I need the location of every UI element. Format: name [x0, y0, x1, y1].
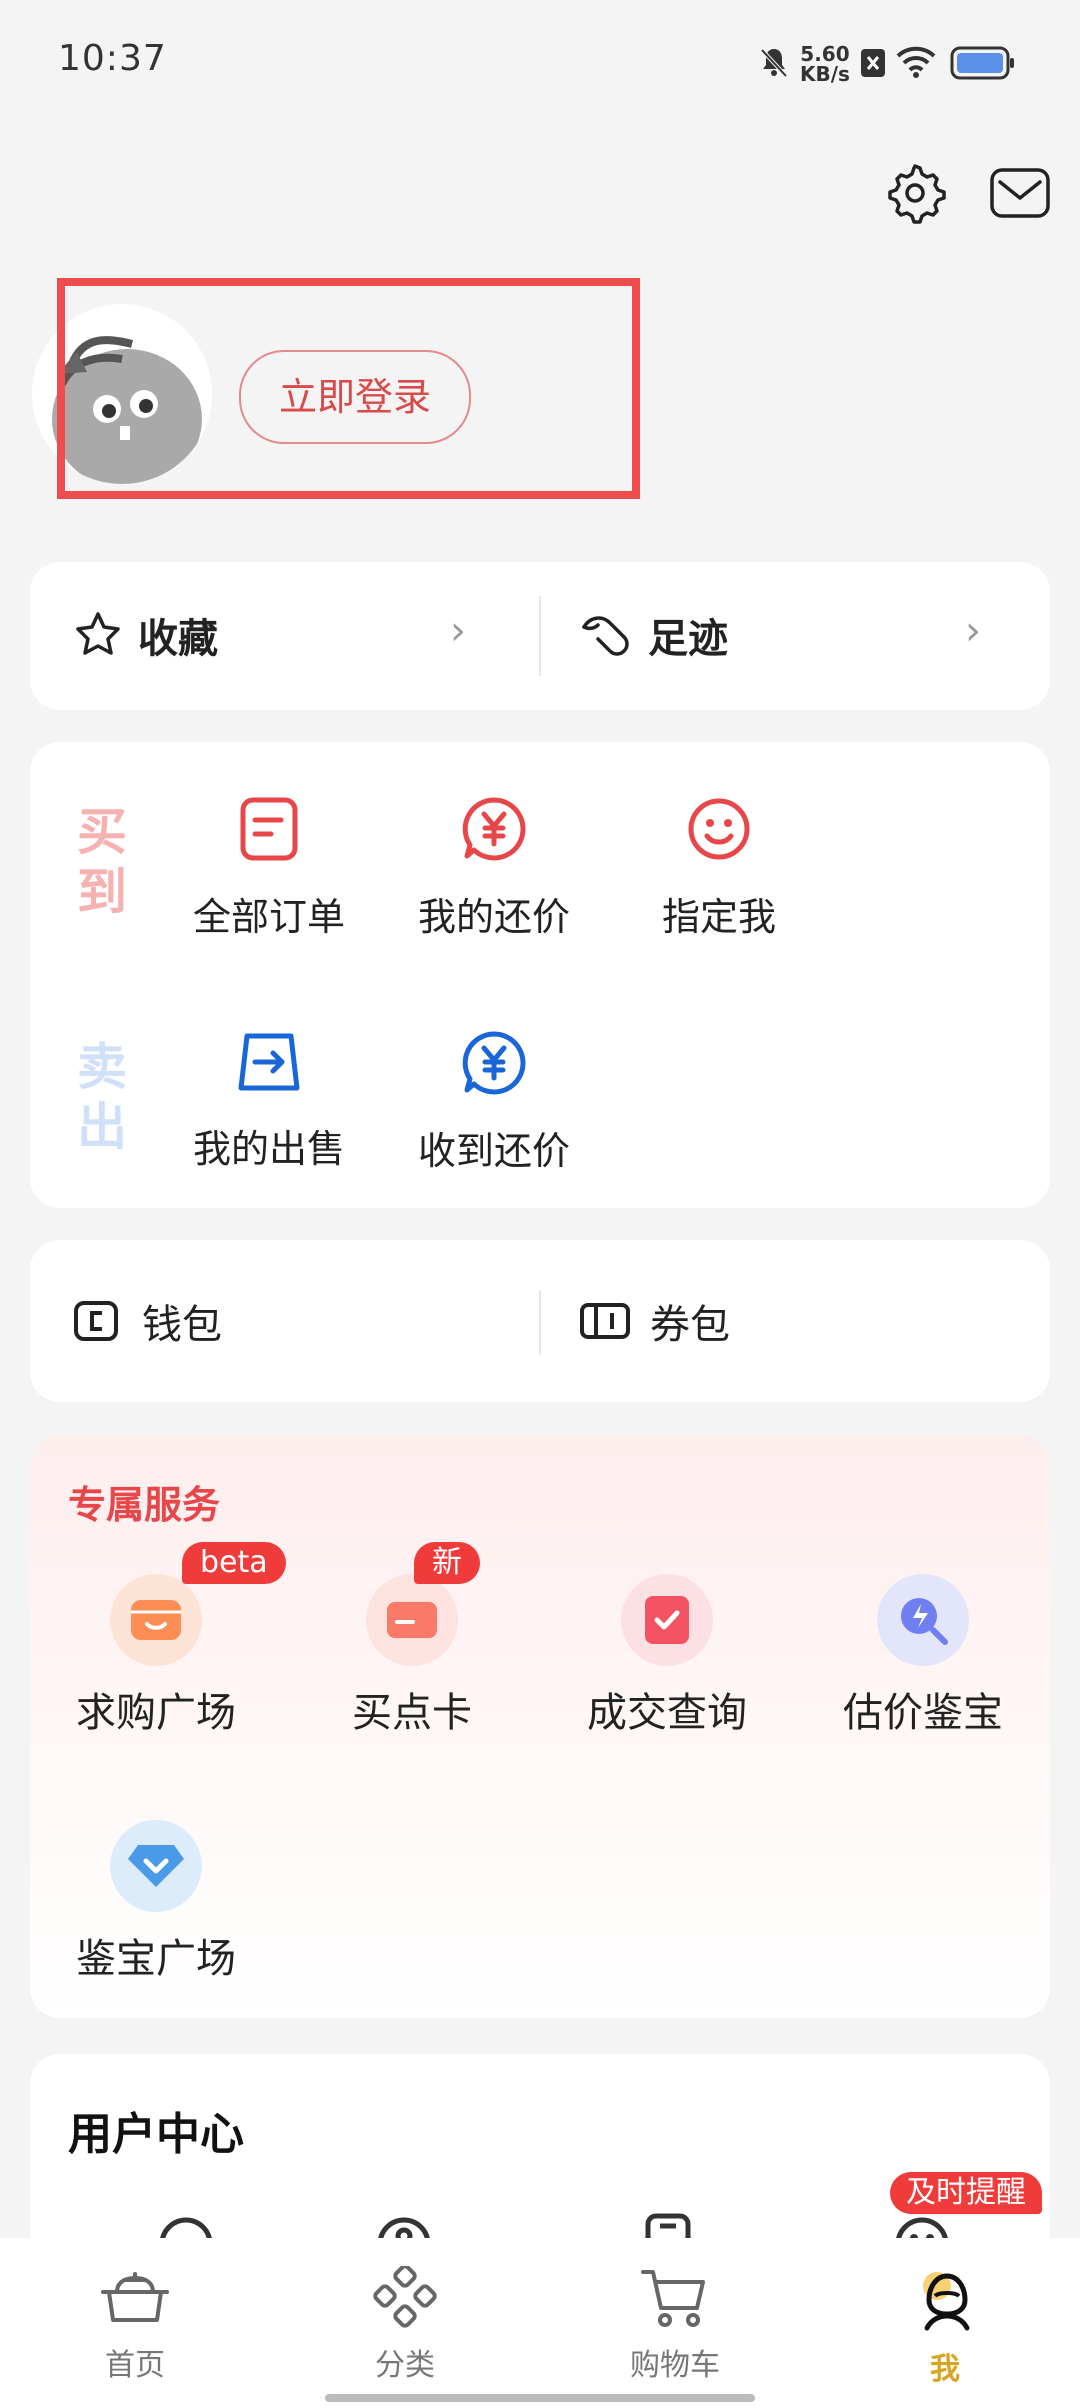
favorites-label: 收藏 [138, 616, 218, 662]
status-time: 10:37 [58, 38, 167, 79]
home-pot-icon [101, 2272, 169, 2322]
footprint-chevron-icon: › [965, 608, 981, 654]
buy-side-label: 买到 [77, 803, 127, 921]
network-speed-unit: KB/s [800, 62, 850, 86]
home-indicator[interactable] [325, 2394, 755, 2402]
check-doc-icon [621, 1574, 713, 1666]
yuan-bubble-icon [462, 1031, 526, 1095]
appraisal-plaza-entry[interactable]: 鉴宝广场 [36, 1820, 276, 1984]
order-list-icon [240, 797, 298, 861]
nav-category[interactable]: 分类 [305, 2264, 505, 2384]
nav-home-label: 首页 [105, 2348, 165, 2383]
all-orders-entry[interactable]: 全部订单 [159, 796, 379, 941]
coupon-icon [580, 1303, 630, 1339]
buy-points-card-entry[interactable]: 买点卡 [292, 1574, 532, 1738]
appraisal-entry[interactable]: 估价鉴宝 [803, 1574, 1043, 1738]
coupon-label: 券包 [650, 1302, 730, 1348]
received-counter-offer-label: 收到还价 [417, 1129, 570, 1173]
wallet-card: 钱包 券包 [30, 1240, 1050, 1402]
yuan-bubble-icon [462, 797, 526, 861]
sim-off-icon [861, 49, 885, 77]
divider [539, 596, 541, 676]
category-icon [373, 2264, 437, 2328]
nav-me-label: 我 [930, 2352, 960, 2387]
orders-card: 买到 卖出 全部订单 我的还价 指定我 我的出售 收到还价 [30, 742, 1050, 1208]
smile-icon [688, 798, 750, 860]
network-speed: 5.60 KB/s [800, 44, 850, 84]
transaction-query-label: 成交查询 [587, 1690, 747, 1736]
mute-bell-icon [760, 48, 788, 78]
me-icon [923, 2272, 970, 2331]
nav-me[interactable]: 我 [845, 2266, 1045, 2388]
footprint-icon [582, 616, 629, 656]
wallet-label: 钱包 [142, 1302, 222, 1348]
message-envelope-icon[interactable] [988, 160, 1052, 226]
services-title: 专属服务 [68, 1483, 221, 1527]
purchase-plaza-label: 求购广场 [76, 1690, 236, 1736]
sell-side-label: 卖出 [77, 1038, 127, 1156]
beta-badge: beta [182, 1542, 286, 1584]
appraise-search-icon [877, 1574, 969, 1666]
wallet-icon [74, 1301, 118, 1341]
divider [539, 1290, 541, 1354]
received-counter-offer-entry[interactable]: 收到还价 [384, 1030, 604, 1175]
my-sales-entry[interactable]: 我的出售 [159, 1030, 379, 1173]
nav-cart-label: 购物车 [630, 2348, 720, 2383]
favorites-chevron-icon: › [450, 608, 466, 654]
cart-icon [641, 2270, 705, 2327]
card-icon [366, 1574, 458, 1666]
transaction-query-entry[interactable]: 成交查询 [547, 1574, 787, 1738]
coupon-entry[interactable]: 券包 [578, 1292, 730, 1350]
all-orders-label: 全部订单 [192, 895, 345, 939]
services-card: 专属服务 求购广场 beta 买点卡 新 成交查询 估价鉴宝 鉴宝广场 [30, 1436, 1050, 2018]
user-center-title: 用户中心 [68, 2109, 244, 2160]
my-sales-label: 我的出售 [192, 1127, 345, 1171]
footprint-label: 足迹 [648, 616, 728, 662]
bottom-navigation: 首页 分类 购物车 我 [0, 2238, 1080, 2408]
favorites-entry[interactable]: 收藏 [72, 606, 218, 664]
settings-gear-icon[interactable] [882, 160, 948, 226]
assigned-to-me-entry[interactable]: 指定我 [609, 796, 829, 941]
wallet-entry[interactable]: 钱包 [72, 1292, 222, 1350]
buy-points-card-label: 买点卡 [352, 1690, 472, 1736]
nav-category-label: 分类 [375, 2348, 435, 2383]
my-counter-offer-label: 我的还价 [417, 895, 570, 939]
footprint-entry[interactable]: 足迹 [578, 606, 728, 664]
nav-home[interactable]: 首页 [35, 2266, 235, 2384]
diamond-icon [110, 1820, 202, 1912]
network-speed-value: 5.60 [800, 42, 850, 66]
appraisal-label: 估价鉴宝 [843, 1690, 1003, 1736]
quick-links-card: 收藏 › 足迹 › [30, 562, 1050, 710]
appraisal-plaza-label: 鉴宝广场 [76, 1936, 236, 1982]
login-highlight-box [57, 278, 640, 499]
star-icon [76, 612, 120, 655]
sell-arrow-icon [238, 1033, 300, 1091]
wifi-icon [896, 46, 936, 78]
battery-icon [950, 46, 1014, 80]
assigned-to-me-label: 指定我 [661, 895, 776, 939]
store-icon [110, 1574, 202, 1666]
nav-cart[interactable]: 购物车 [575, 2266, 775, 2384]
new-badge: 新 [414, 1542, 480, 1584]
reminder-badge: 及时提醒 [890, 2172, 1042, 2214]
my-counter-offer-entry[interactable]: 我的还价 [384, 796, 604, 941]
purchase-plaza-entry[interactable]: 求购广场 [36, 1574, 276, 1738]
